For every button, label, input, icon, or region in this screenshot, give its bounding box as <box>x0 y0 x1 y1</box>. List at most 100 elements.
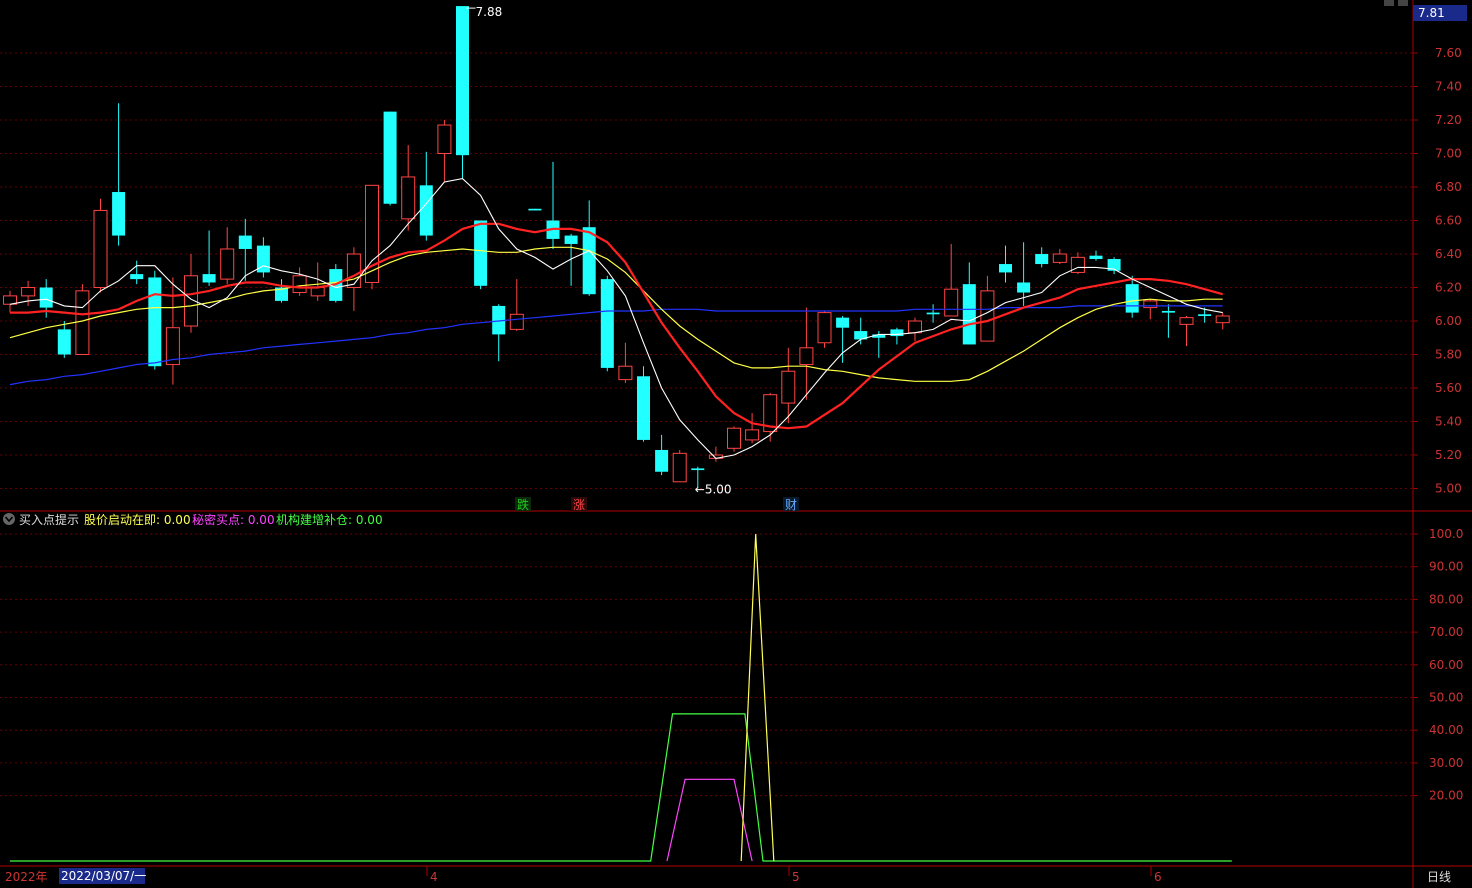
candle-body <box>999 264 1012 273</box>
candle-body <box>582 227 596 295</box>
candle-body <box>980 290 995 342</box>
price-tick-label: 6.00 <box>1435 314 1462 328</box>
candle <box>148 270 162 370</box>
candle-body <box>1125 284 1139 313</box>
candle-body <box>112 192 126 236</box>
candle-body <box>346 253 361 288</box>
candle-body <box>618 365 633 381</box>
chart-settings-button[interactable] <box>1384 0 1394 6</box>
candle <box>817 310 832 348</box>
month-label-5: 5 <box>792 870 800 884</box>
candle-body <box>890 329 904 337</box>
marker-rise[interactable]: 涨 <box>573 497 585 512</box>
indicator-tick-label: 70.00 <box>1429 625 1463 639</box>
price-tick-label: 6.60 <box>1435 214 1462 228</box>
candle-body <box>672 452 687 483</box>
candle <box>365 184 379 290</box>
candle-body <box>1161 310 1175 313</box>
candle <box>727 426 741 452</box>
legend-item-institution: 机构建增补仓: 0.00 <box>276 512 383 527</box>
candle-body <box>1089 255 1103 260</box>
indicator-tick-label: 20.00 <box>1429 789 1463 803</box>
indicator-tick-label: 80.00 <box>1429 592 1463 606</box>
price-tick-label: 6.20 <box>1435 281 1462 295</box>
indicator-tick-label: 50.00 <box>1429 691 1463 705</box>
candle <box>93 198 108 293</box>
candle-body <box>1052 253 1067 263</box>
stock-chart: 7.60 7.40 7.20 7.00 6.80 6.60 6.40 6.20 6.00 5.80… <box>0 0 1472 888</box>
marker-finance[interactable]: 财 <box>785 498 797 512</box>
candle-body <box>745 429 760 441</box>
candle-body <box>93 209 108 288</box>
month-label-4: 4 <box>430 870 438 884</box>
candle-body <box>509 313 524 330</box>
candle-body <box>437 124 452 155</box>
marker-fall[interactable]: 跌 <box>517 497 529 512</box>
legend-item-secret: 秘密买点: 0.00 <box>192 512 275 527</box>
candle-body <box>401 176 416 220</box>
candle-body <box>419 185 433 236</box>
indicator-tick-label: 60.00 <box>1429 658 1463 672</box>
candle <box>474 220 488 290</box>
indicator-tick-label: 40.00 <box>1429 723 1463 737</box>
candle-body <box>1215 315 1230 324</box>
price-tick-label: 7.60 <box>1435 46 1462 60</box>
candle-body <box>564 235 578 244</box>
indicator-tick-label: 30.00 <box>1429 756 1463 770</box>
candle <box>672 449 687 483</box>
indicator-tick-label: 90.00 <box>1429 560 1463 574</box>
indicator-toggle-icon[interactable] <box>3 513 15 525</box>
candle-body <box>1035 254 1049 265</box>
low-label: ←5.00 <box>695 483 732 497</box>
candle-body <box>908 320 922 334</box>
candle-body <box>600 279 614 368</box>
candle-body <box>220 248 235 280</box>
high-label: 7.88 <box>476 5 503 19</box>
price-tick-label: 7.00 <box>1435 147 1462 161</box>
candle-body <box>727 427 741 449</box>
candle-body <box>57 329 71 355</box>
period-label[interactable]: 日线 <box>1427 870 1451 884</box>
candle-body <box>238 235 252 249</box>
indicator-name[interactable]: 买入点提示 <box>19 512 79 527</box>
candle <box>528 208 542 211</box>
candle-body <box>655 449 669 472</box>
candle-body <box>836 317 850 328</box>
candle-body <box>456 6 469 156</box>
price-tick-label: 5.80 <box>1435 348 1462 362</box>
candle <box>637 366 650 442</box>
candle-body <box>474 220 488 286</box>
price-tick-label: 6.40 <box>1435 247 1462 261</box>
cursor-date-label: 2022/03/07/一 <box>61 869 146 883</box>
indicator-tick-label: 100.0 <box>1429 527 1463 541</box>
candle-body <box>1143 300 1158 309</box>
candle-body <box>1017 282 1031 293</box>
candle-body <box>781 370 796 404</box>
candle-body <box>148 277 162 367</box>
candle-body <box>962 284 976 345</box>
candle-body <box>528 208 542 211</box>
candle-body <box>292 275 307 294</box>
price-tick-label: 5.00 <box>1435 482 1462 496</box>
year-label: 2022年 <box>5 870 48 884</box>
price-tick-label: 5.60 <box>1435 381 1462 395</box>
candle-body <box>637 376 650 440</box>
price-tick-label: 7.20 <box>1435 113 1462 127</box>
legend-item-start: 股价启动在即: 0.00 <box>84 513 191 527</box>
candle-body <box>310 287 325 297</box>
candle <box>383 111 397 206</box>
candle-body <box>817 312 832 344</box>
candle-body <box>130 274 144 280</box>
price-tick-label: 6.80 <box>1435 180 1462 194</box>
candle <box>600 275 614 372</box>
candle-body <box>383 111 397 204</box>
candle-body <box>1198 314 1212 316</box>
candle-body <box>1070 256 1085 273</box>
current-price-label: 7.81 <box>1418 6 1445 20</box>
candle-body <box>944 288 959 317</box>
candle-body <box>202 274 216 283</box>
price-tick-label: 5.20 <box>1435 448 1462 462</box>
chart-close-button[interactable] <box>1398 0 1408 6</box>
candle-body <box>691 468 705 471</box>
indicator-legend: 买入点提示 股价启动在即: 0.00 秘密买点: 0.00 机构建增补仓: 0.… <box>3 512 383 527</box>
